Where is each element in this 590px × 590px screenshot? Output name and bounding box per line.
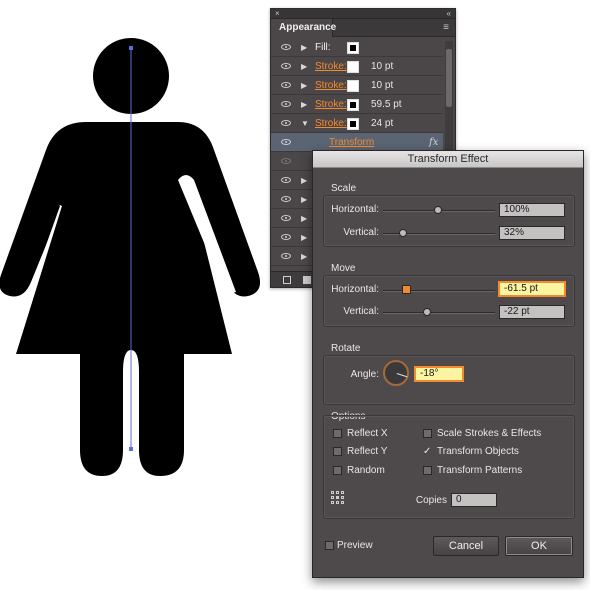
expand-triangle-icon[interactable]: ▶ [301,247,307,266]
panel-scroll-thumb[interactable] [446,49,452,107]
panel-tabbar: Appearance ≡ [271,19,455,37]
stroke-label-link[interactable]: Stroke: [315,57,347,76]
panel-topbar: × « [271,9,455,19]
transform-effect-dialog: Transform Effect Scale Horizontal: 100% … [312,150,584,578]
color-swatch[interactable] [347,80,359,92]
scale-heading: Scale [331,183,357,194]
appearance-row[interactable]: ▶ Stroke: 10 pt [271,57,443,76]
move-horizontal-label: Horizontal: [331,284,379,295]
transform-patterns-checkbox[interactable] [423,466,432,475]
stroke-weight-value[interactable]: 10 pt [371,76,393,95]
visibility-eye-icon[interactable] [281,120,291,126]
preview-label: Preview [337,540,373,551]
visibility-eye-icon[interactable] [281,139,291,145]
move-vertical-slider[interactable] [383,312,495,314]
transform-objects-label: Transform Objects [437,446,519,457]
scale-vertical-label: Vertical: [343,227,379,238]
random-label: Random [347,465,385,476]
visibility-eye-icon[interactable] [281,101,291,107]
anchor-point-top[interactable] [129,46,133,50]
stroke-weight-value[interactable]: 59.5 pt [371,95,402,114]
stroke-label-link[interactable]: Stroke: [315,76,347,95]
cancel-button[interactable]: Cancel [433,536,499,556]
panel-collapse-button[interactable]: « [447,9,451,18]
tab-appearance[interactable]: Appearance [271,19,337,37]
visibility-eye-icon[interactable] [281,82,291,88]
stroke-label-link[interactable]: Stroke: [315,114,347,133]
rotate-angle-label: Angle: [350,369,379,380]
expand-triangle-icon[interactable]: ▶ [301,57,307,76]
scale-vertical-knob[interactable] [399,229,407,237]
angle-needle-icon [396,373,408,378]
visibility-eye-icon[interactable] [281,234,291,240]
transform-patterns-label: Transform Patterns [437,465,523,476]
preview-checkbox[interactable] [325,541,334,550]
appearance-row[interactable]: ▶ Stroke: 59.5 pt [271,95,443,114]
color-swatch[interactable] [347,42,359,54]
visibility-eye-icon[interactable] [281,177,291,183]
expand-triangle-icon[interactable]: ▶ [301,95,307,114]
scale-strokes-label: Scale Strokes & Effects [437,428,542,439]
stroke-label-link[interactable]: Stroke: [315,95,347,114]
reflect-y-label: Reflect Y [347,446,388,457]
scale-strokes-checkbox[interactable] [423,429,432,438]
color-swatch[interactable] [347,118,359,130]
reflect-x-checkbox[interactable] [333,429,342,438]
stroke-weight-value[interactable]: 10 pt [371,57,393,76]
move-heading: Move [331,263,356,274]
scale-horizontal-field[interactable]: 100% [499,203,565,217]
visibility-eye-icon[interactable] [281,158,291,164]
scale-horizontal-label: Horizontal: [331,204,379,215]
dialog-title: Transform Effect [313,151,583,168]
visibility-eye-icon[interactable] [281,63,291,69]
new-stroke-icon[interactable] [283,276,291,284]
visibility-eye-icon[interactable] [281,215,291,221]
random-checkbox[interactable] [333,466,342,475]
stroke-weight-value[interactable]: 24 pt [371,114,393,133]
ok-button[interactable]: OK [505,536,573,556]
fill-label: Fill: [315,42,331,53]
expand-triangle-icon[interactable]: ▶ [301,228,307,247]
anchor-point-bottom[interactable] [129,447,133,451]
appearance-row[interactable]: ▶ Fill: [271,38,443,57]
expand-triangle-icon[interactable]: ▶ [301,190,307,209]
visibility-eye-icon[interactable] [281,253,291,259]
move-vertical-knob[interactable] [423,308,431,316]
expand-triangle-icon[interactable]: ▶ [301,38,307,57]
expand-triangle-icon[interactable]: ▶ [301,209,307,228]
visibility-eye-icon[interactable] [281,196,291,202]
scale-vertical-field[interactable]: 32% [499,226,565,240]
scale-horizontal-knob[interactable] [434,206,442,214]
panel-close-button[interactable]: × [275,9,280,18]
figure-body [0,122,260,476]
appearance-row[interactable]: ▼ Stroke: 24 pt [271,114,443,133]
new-fill-icon[interactable] [303,276,311,284]
move-vertical-label: Vertical: [343,306,379,317]
visibility-eye-icon[interactable] [281,44,291,50]
copies-label: Copies [415,495,447,506]
transform-objects-checkbox[interactable]: ✓ [423,447,433,457]
collapse-triangle-icon[interactable]: ▼ [301,114,309,133]
move-horizontal-slider[interactable] [383,290,495,292]
rotate-heading: Rotate [331,343,361,354]
reference-point-icon[interactable] [331,491,345,505]
move-vertical-field[interactable]: -22 pt [499,305,565,319]
appearance-row[interactable]: ▶ Stroke: 10 pt [271,76,443,95]
move-horizontal-field[interactable]: -61.5 pt [499,282,565,296]
rotate-angle-dial[interactable] [383,360,409,386]
color-swatch[interactable] [347,99,359,111]
reflect-y-checkbox[interactable] [333,447,342,456]
panel-menu-icon[interactable]: ≡ [443,22,449,33]
expand-triangle-icon[interactable]: ▶ [301,76,307,95]
copies-field[interactable]: 0 [451,493,497,507]
rotate-angle-field[interactable]: -18° [415,367,463,381]
expand-triangle-icon[interactable]: ▶ [301,171,307,190]
woman-figure[interactable] [0,38,260,476]
reflect-x-label: Reflect X [347,428,388,439]
move-horizontal-knob[interactable] [402,285,411,294]
color-swatch[interactable] [347,61,359,73]
tab-appearance-label: Appearance [279,22,337,33]
